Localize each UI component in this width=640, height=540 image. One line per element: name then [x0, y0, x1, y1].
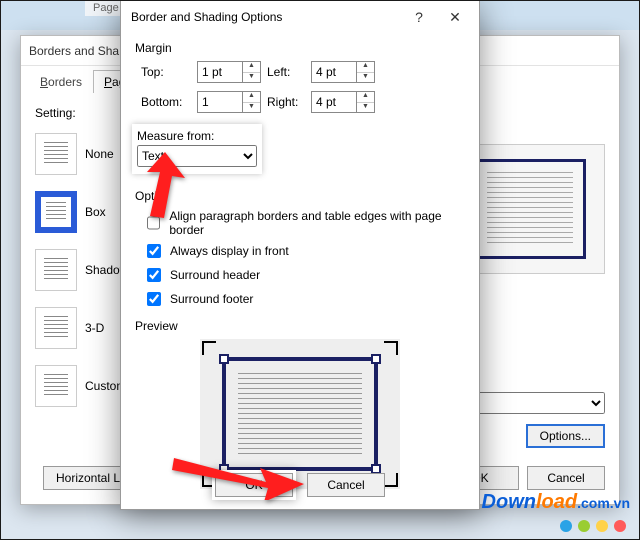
box-label: Box [85, 205, 106, 219]
right-input[interactable] [312, 92, 356, 112]
right-spinner[interactable]: ▲▼ [311, 91, 375, 113]
top-spinner[interactable]: ▲▼ [197, 61, 261, 83]
spin-down-icon[interactable]: ▼ [243, 103, 260, 113]
chk-surround-footer[interactable]: Surround footer [143, 289, 465, 309]
chk-align-borders[interactable]: Align paragraph borders and table edges … [143, 209, 465, 237]
chk-footer-label: Surround footer [170, 292, 253, 306]
chk-display-front[interactable]: Always display in front [143, 241, 465, 261]
none-icon [35, 133, 77, 175]
preview-label: Preview [135, 319, 465, 333]
spin-down-icon[interactable]: ▼ [357, 73, 374, 83]
none-label: None [85, 147, 114, 161]
spin-up-icon[interactable]: ▲ [357, 92, 374, 103]
left-spinner[interactable]: ▲▼ [311, 61, 375, 83]
measure-from-label: Measure from: [137, 129, 257, 143]
spin-up-icon[interactable]: ▲ [243, 62, 260, 73]
border-shading-options-dialog: Border and Shading Options ? ✕ Margin To… [120, 0, 480, 510]
bottom-input[interactable] [198, 92, 242, 112]
spin-down-icon[interactable]: ▼ [243, 73, 260, 83]
chk-footer-input[interactable] [147, 292, 161, 306]
watermark: Download.com.vn [482, 491, 630, 514]
three-d-label: 3-D [85, 321, 104, 335]
left-input[interactable] [312, 62, 356, 82]
bottom-spinner[interactable]: ▲▼ [197, 91, 261, 113]
spin-down-icon[interactable]: ▼ [357, 103, 374, 113]
chk-front-label: Always display in front [170, 244, 289, 258]
child-dialog-title: Border and Shading Options [131, 10, 401, 24]
shadow-icon [35, 249, 77, 291]
margin-label: Margin [135, 41, 465, 55]
ok-button[interactable]: OK [215, 473, 293, 497]
top-label: Top: [141, 65, 197, 79]
spin-up-icon[interactable]: ▲ [243, 92, 260, 103]
child-preview [200, 339, 400, 489]
chk-surround-header[interactable]: Surround header [143, 265, 465, 285]
spin-up-icon[interactable]: ▲ [357, 62, 374, 73]
right-label: Right: [267, 95, 311, 109]
three-d-icon [35, 307, 77, 349]
box-icon [35, 191, 77, 233]
cancel-button[interactable]: Cancel [307, 473, 385, 497]
chk-align-input[interactable] [147, 216, 160, 230]
bottom-label: Bottom: [141, 95, 197, 109]
options-button[interactable]: Options... [526, 424, 605, 448]
parent-cancel-button[interactable]: Cancel [527, 466, 605, 490]
custom-icon [35, 365, 77, 407]
measure-from-group: Measure from: Text [135, 127, 259, 171]
chk-header-label: Surround header [170, 268, 260, 282]
chk-front-input[interactable] [147, 244, 161, 258]
tab-borders[interactable]: Borders [29, 70, 93, 93]
left-label: Left: [267, 65, 311, 79]
help-icon[interactable]: ? [401, 9, 437, 25]
top-input[interactable] [198, 62, 242, 82]
chk-align-label: Align paragraph borders and table edges … [169, 209, 465, 237]
watermark-dots [560, 520, 626, 532]
chk-header-input[interactable] [147, 268, 161, 282]
measure-from-select[interactable]: Text [137, 145, 257, 167]
close-icon[interactable]: ✕ [437, 9, 473, 26]
options-group-label: Optio [135, 189, 465, 203]
